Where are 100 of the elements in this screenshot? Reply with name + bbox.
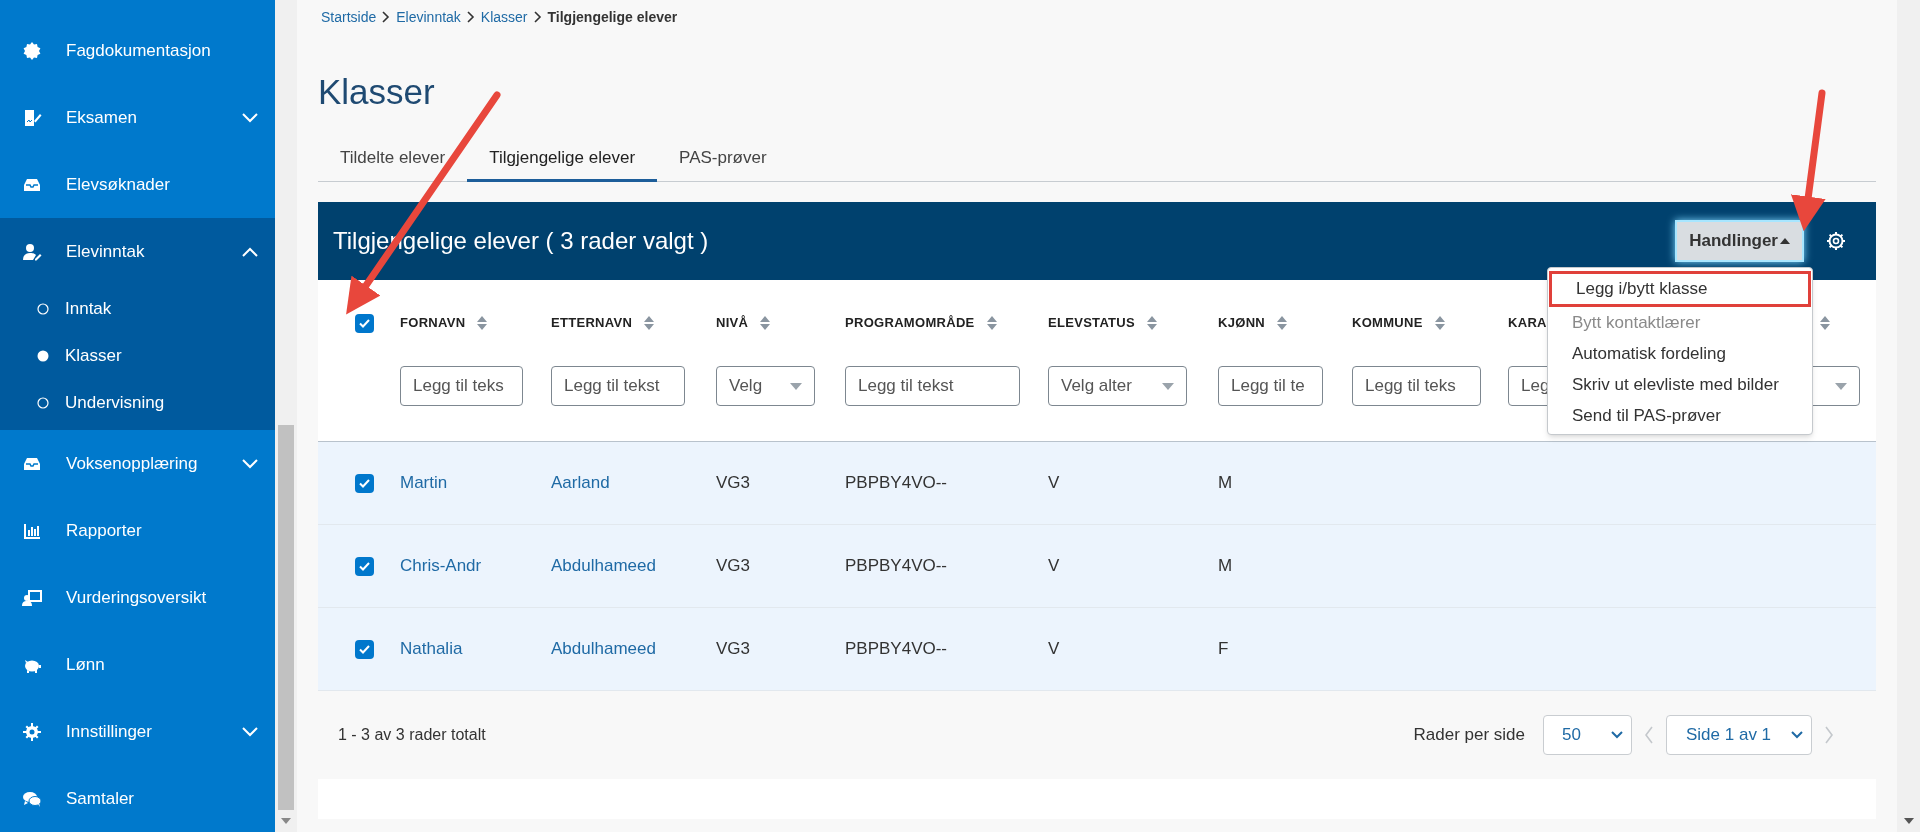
user-board-icon <box>22 587 42 608</box>
sort-icon <box>477 316 488 330</box>
table-link[interactable]: Chris-Andr <box>400 556 482 576</box>
table-cell: VG3 <box>716 639 751 659</box>
table-cell: F <box>1218 639 1229 659</box>
checkmark-icon <box>358 561 370 571</box>
chevron-down-icon <box>1611 731 1623 739</box>
sort-icon[interactable] <box>1820 316 1830 330</box>
tab[interactable]: Tildelte elever <box>318 136 468 182</box>
sort-icon <box>986 316 997 330</box>
gear-icon <box>22 721 42 742</box>
chevron-down-icon <box>242 112 258 123</box>
checkbox[interactable] <box>354 556 374 576</box>
scroll-down-icon[interactable] <box>1903 818 1914 824</box>
table-cell: V <box>1048 556 1060 576</box>
table-link[interactable]: Nathalia <box>400 639 463 659</box>
user-pen-icon <box>22 241 42 262</box>
column-header[interactable]: ELEVSTATUS <box>1048 313 1158 333</box>
caret-down-icon <box>1835 382 1847 390</box>
sort-icon <box>1147 316 1158 330</box>
page-select[interactable]: Side 1 av 1 <box>1666 715 1812 755</box>
table-cell: VG3 <box>716 473 751 493</box>
checkbox[interactable] <box>354 639 374 659</box>
filter-field[interactable]: Legg til tekst <box>845 366 1020 406</box>
breadcrumb-link[interactable]: Startside <box>321 6 377 28</box>
table-cell: V <box>1048 473 1060 493</box>
sidebar-item[interactable]: Innstillinger <box>0 698 275 765</box>
filter-field[interactable]: Legg til teks <box>400 366 523 406</box>
checkbox[interactable] <box>354 473 374 493</box>
table-cell: M <box>1218 556 1233 576</box>
sidebar-item[interactable]: Voksenopplæring <box>0 430 275 497</box>
table-cell: PBPBY4VO-- <box>845 473 948 493</box>
table-link[interactable]: Martin <box>400 473 448 493</box>
table-cell: PBPBY4VO-- <box>845 639 948 659</box>
tab[interactable]: Tilgjengelige elever <box>467 136 658 182</box>
sidebar-subitem[interactable]: Undervisning <box>0 379 275 426</box>
breadcrumb-link[interactable]: Elevinntak <box>396 6 461 28</box>
chevron-up-icon <box>242 246 258 257</box>
scrollbar-thumb[interactable] <box>278 425 294 810</box>
sort-icon <box>644 316 655 330</box>
column-header[interactable]: ETTERNAVN <box>551 313 655 333</box>
scroll-down-icon[interactable] <box>281 818 291 824</box>
chevron-down-icon <box>1791 731 1803 739</box>
menu-item[interactable]: Legg i/bytt klasse <box>1549 271 1811 307</box>
page-size-select[interactable]: 50 <box>1543 715 1632 755</box>
checkbox[interactable] <box>354 313 374 333</box>
table-link[interactable]: Abdulhameed <box>551 639 656 659</box>
column-header[interactable]: FORNAVN <box>400 313 488 333</box>
sort-icon <box>1277 316 1287 330</box>
column-header[interactable]: NIVÅ <box>716 313 771 333</box>
sidebar-item[interactable]: Eksamen <box>0 84 275 151</box>
checkmark-icon <box>358 478 370 488</box>
checkmark-icon <box>358 644 370 654</box>
sidebar-item[interactable]: Elevinntak <box>0 218 275 285</box>
actions-button[interactable]: Handlinger <box>1675 220 1804 262</box>
sidebar-item[interactable]: Lønn <box>0 631 275 698</box>
filter-field[interactable]: Legg til teks <box>1352 366 1481 406</box>
breadcrumb-link[interactable]: Klasser <box>480 6 528 28</box>
sidebar-item[interactable]: Elevsøknader <box>0 151 275 218</box>
filter-select[interactable]: Velg alter <box>1048 366 1187 406</box>
chevron-right-icon[interactable] <box>1824 726 1834 744</box>
column-header[interactable]: KOMMUNE <box>1352 313 1445 333</box>
settings-icon[interactable] <box>1826 231 1846 251</box>
sidebar-item[interactable]: Rapporter <box>0 497 275 564</box>
table-cell: PBPBY4VO-- <box>845 556 948 576</box>
sidebar-item[interactable]: Samtaler <box>0 765 275 832</box>
menu-item[interactable]: Send til PAS-prøver <box>1548 400 1812 431</box>
table-cell: V <box>1048 639 1060 659</box>
menu-item[interactable]: Automatisk fordeling <box>1548 338 1812 369</box>
sort-icon <box>1434 316 1445 330</box>
sidebar-subitem[interactable]: Klasser <box>0 332 275 379</box>
table-link[interactable]: Aarland <box>551 473 610 493</box>
badge-icon <box>22 40 42 61</box>
scrollbar[interactable] <box>275 0 297 832</box>
chevron-down-icon <box>242 726 258 737</box>
rows-per-page-label: Rader per side <box>1413 724 1525 747</box>
chevron-down-icon <box>242 458 258 469</box>
scrollbar[interactable] <box>1897 0 1920 832</box>
table-cell: M <box>1218 473 1233 493</box>
caret-down-icon <box>1162 382 1174 390</box>
filter-field[interactable]: Legg til tekst <box>551 366 685 406</box>
chevron-left-icon[interactable] <box>1644 726 1654 744</box>
sidebar-subitem[interactable]: Inntak <box>0 285 275 332</box>
menu-item[interactable]: Skriv ut elevliste med bilder <box>1548 369 1812 400</box>
table-link[interactable]: Abdulhameed <box>551 556 656 576</box>
column-header[interactable]: PROGRAMOMRÅDE <box>845 313 997 333</box>
sort-icon <box>760 316 771 330</box>
page-title: Klasser <box>318 71 436 113</box>
caret-down-icon <box>790 382 802 390</box>
filter-select[interactable]: Velg <box>716 366 815 406</box>
sidebar-item[interactable]: Fagdokumentasjon <box>0 17 275 84</box>
filter-field[interactable]: Legg til te <box>1218 366 1323 406</box>
breadcrumb-current: Tilgjengelige elever <box>547 7 678 27</box>
document-pen-icon <box>22 107 42 128</box>
caret-up-icon <box>1780 238 1790 244</box>
table-cell: VG3 <box>716 556 751 576</box>
row-count: 1 - 3 av 3 rader totalt <box>338 725 487 745</box>
sidebar-item[interactable]: Vurderingsoversikt <box>0 564 275 631</box>
column-header[interactable]: KJØNN <box>1218 313 1287 333</box>
tab[interactable]: PAS-prøver <box>657 136 789 182</box>
